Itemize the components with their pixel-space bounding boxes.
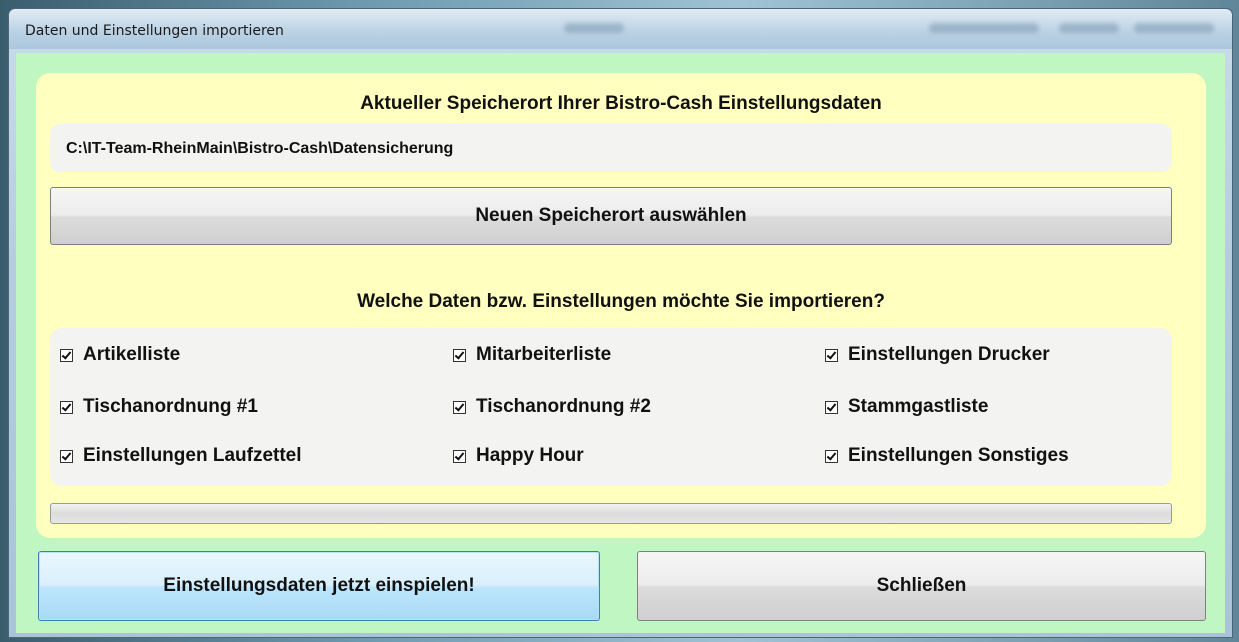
checkbox-label: Mitarbeiterliste [476, 344, 612, 365]
blurred-background-detail [929, 23, 1039, 33]
import-dialog-window: Daten und Einstellungen importieren Aktu… [8, 8, 1233, 638]
checkbox-checked-icon[interactable] [825, 449, 838, 463]
window-title: Daten und Einstellungen importieren [25, 23, 284, 39]
checkbox-checked-icon[interactable] [825, 400, 838, 414]
checkbox-label: Einstellungen Sonstiges [848, 445, 1069, 466]
choose-location-button[interactable]: Neuen Speicherort auswählen [50, 187, 1172, 245]
checkbox-checked-icon[interactable] [60, 400, 73, 414]
checkbox-label: Tischanordnung #2 [476, 396, 651, 417]
title-bar[interactable]: Daten und Einstellungen importieren [9, 9, 1232, 49]
settings-panel: Aktueller Speicherort Ihrer Bistro-Cash … [36, 73, 1206, 538]
checkbox-label: Artikelliste [83, 344, 181, 365]
checkbox-label: Einstellungen Laufzettel [83, 445, 302, 466]
checkbox-checked-icon[interactable] [60, 449, 73, 463]
checkbox-label: Happy Hour [476, 445, 584, 466]
storage-path-text: C:\IT-Team-RheinMain\Bistro-Cash\Datensi… [66, 140, 454, 157]
checkbox-label: Stammgastliste [848, 396, 989, 417]
dialog-content: Aktueller Speicherort Ihrer Bistro-Cash … [16, 53, 1225, 633]
checkbox-checked-icon[interactable] [453, 400, 466, 414]
checkbox-tischanordnung-1[interactable]: Tischanordnung #1 [60, 396, 258, 418]
import-progress-bar [50, 503, 1172, 524]
checkbox-label: Tischanordnung #1 [83, 396, 258, 417]
checkbox-checked-icon[interactable] [453, 449, 466, 463]
checkbox-checked-icon[interactable] [825, 348, 838, 362]
blurred-background-detail [1059, 23, 1119, 33]
checkbox-tischanordnung-2[interactable]: Tischanordnung #2 [453, 396, 651, 418]
blurred-background-detail [564, 23, 624, 33]
checkbox-stammgastliste[interactable]: Stammgastliste [825, 396, 988, 418]
storage-heading: Aktueller Speicherort Ihrer Bistro-Cash … [360, 93, 882, 114]
checkbox-label: Einstellungen Drucker [848, 344, 1050, 365]
import-options: Artikelliste Mitarbeiterliste Einstellun… [50, 328, 1172, 486]
checkbox-checked-icon[interactable] [60, 348, 73, 362]
checkbox-checked-icon[interactable] [453, 348, 466, 362]
checkbox-happy-hour[interactable]: Happy Hour [453, 445, 584, 467]
blurred-background-detail [1134, 23, 1214, 33]
checkbox-artikelliste[interactable]: Artikelliste [60, 344, 180, 366]
checkbox-einstellungen-sonstiges[interactable]: Einstellungen Sonstiges [825, 445, 1069, 467]
import-heading: Welche Daten bzw. Einstellungen möchte S… [357, 291, 885, 312]
storage-path-display: C:\IT-Team-RheinMain\Bistro-Cash\Datensi… [50, 124, 1172, 172]
close-button[interactable]: Schließen [637, 551, 1206, 621]
checkbox-einstellungen-laufzettel[interactable]: Einstellungen Laufzettel [60, 445, 302, 467]
checkbox-mitarbeiterliste[interactable]: Mitarbeiterliste [453, 344, 611, 366]
import-now-button[interactable]: Einstellungsdaten jetzt einspielen! [38, 551, 600, 621]
checkbox-einstellungen-drucker[interactable]: Einstellungen Drucker [825, 344, 1050, 366]
